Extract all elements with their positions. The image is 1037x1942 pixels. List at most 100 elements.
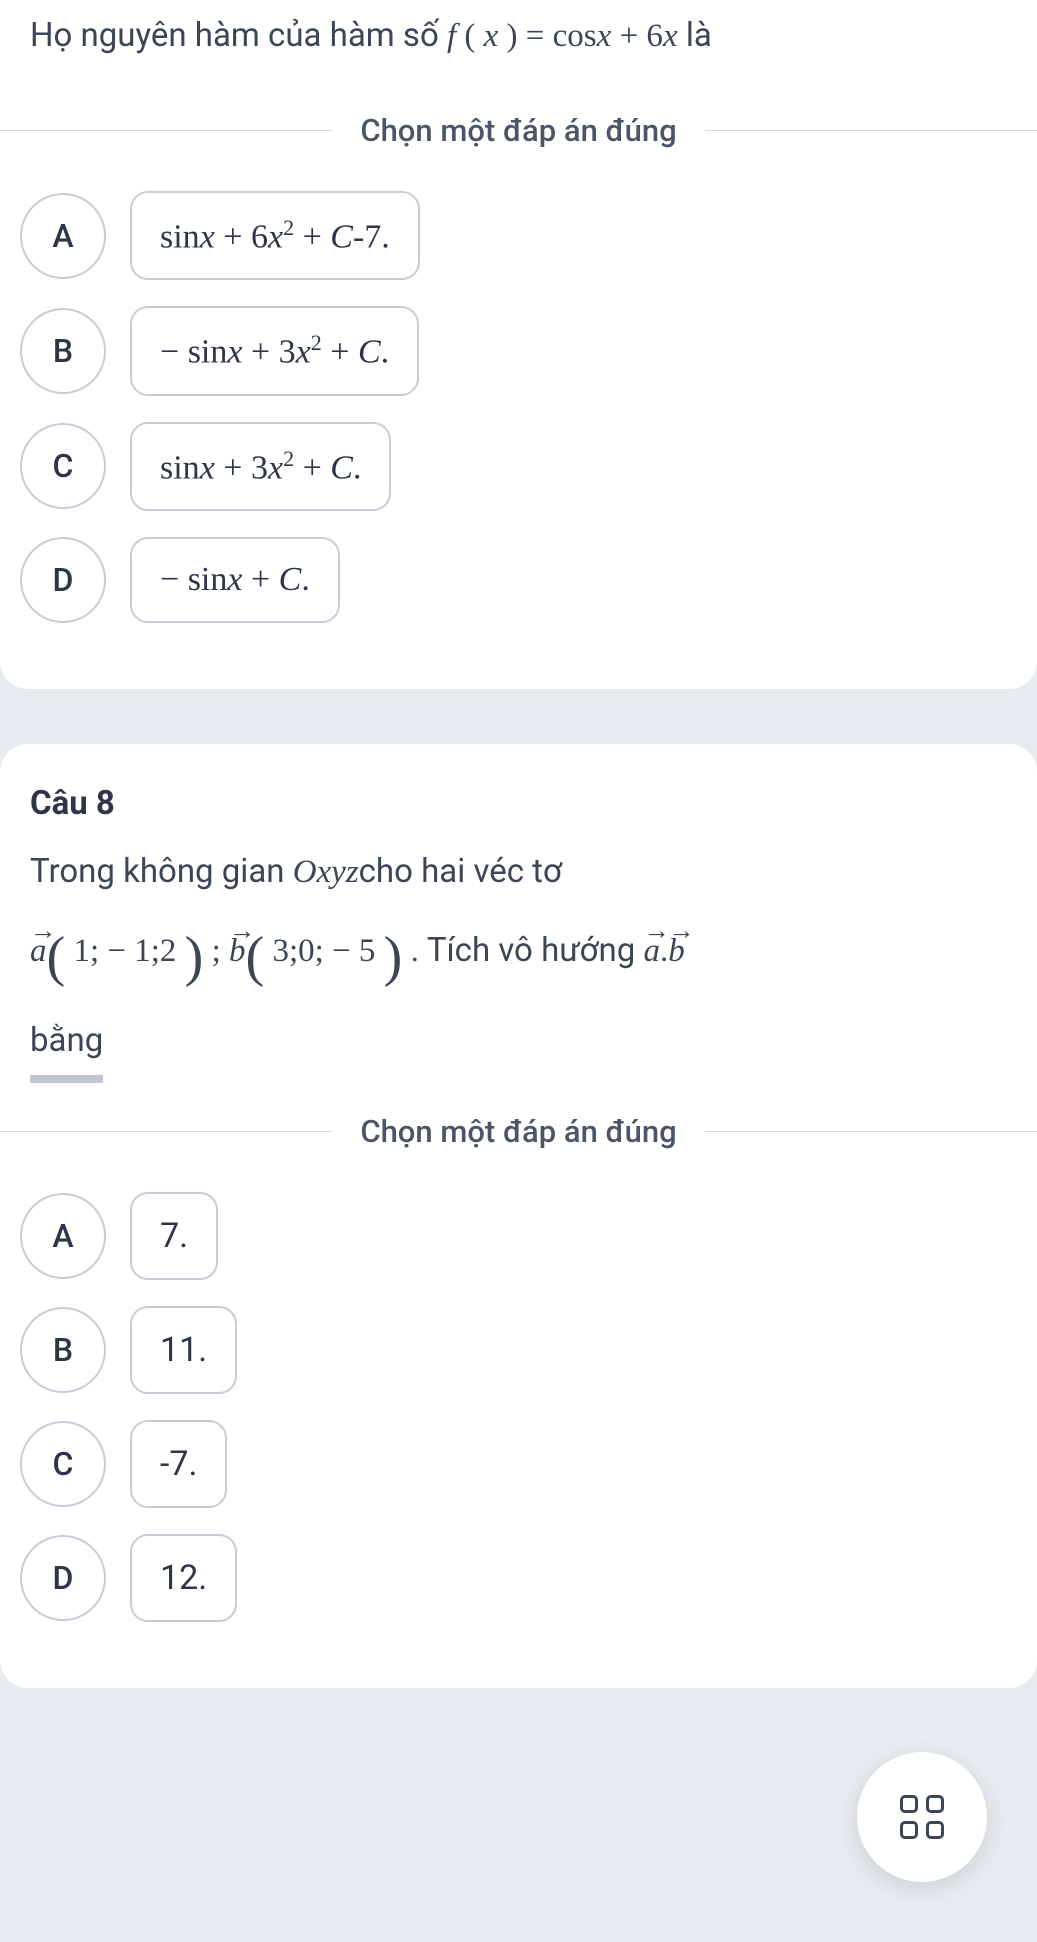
b-tail: . — [381, 334, 390, 371]
q8-choose-label: Chọn một đáp án đúng — [332, 1113, 704, 1150]
b-plus3: + 3 — [242, 334, 295, 371]
b-sq: 2 — [311, 330, 322, 355]
a-coords: 1; − 1;2 — [65, 933, 184, 969]
q7-prompt-suffix: là — [686, 16, 712, 55]
d-C: C — [279, 561, 302, 598]
option-letter-b: B — [20, 308, 106, 394]
cos-text: cos — [553, 18, 597, 54]
open-paren: ( — [464, 18, 483, 54]
divider-line-right — [705, 130, 1037, 131]
q7-option-b[interactable]: B − sinx + 3x2 + C. — [20, 306, 1017, 395]
close-paren: ) — [384, 926, 403, 988]
semicolon: ; — [212, 933, 229, 969]
c-sin: sin — [160, 449, 200, 486]
option-letter-a: A — [20, 193, 106, 279]
c-plus3: + 3 — [215, 449, 268, 486]
c-C: C — [330, 449, 353, 486]
c-sq: 2 — [283, 446, 294, 471]
q8-option-c[interactable]: C -7. — [20, 1420, 1017, 1508]
d-neg: − — [160, 561, 188, 598]
plus-6: + 6 — [620, 18, 663, 54]
divider-line-left — [0, 1131, 332, 1132]
option-letter-a: A — [20, 1193, 106, 1279]
c-x: x — [200, 449, 215, 486]
b-coords: 3;0; − 5 — [264, 933, 383, 969]
option-letter-b: B — [20, 1307, 106, 1393]
option-box-d: 12. — [130, 1534, 237, 1622]
question-7-prompt: Họ nguyên hàm của hàm số f ( x ) = cosx … — [0, 0, 1037, 82]
q8-option-a[interactable]: A 7. — [20, 1192, 1017, 1280]
c-plusC: + — [294, 449, 330, 486]
six-x: x — [663, 18, 678, 54]
q8-bang: bằng — [30, 1010, 103, 1083]
option-box-b: − sinx + 3x2 + C. — [130, 306, 419, 395]
c-tail: . — [353, 449, 362, 486]
q7-divider: Chọn một đáp án đúng — [0, 112, 1037, 149]
option-letter-d: D — [20, 1535, 106, 1621]
close-paren: ) — [498, 18, 517, 54]
d-sin: sin — [188, 561, 228, 598]
vector-a: →a — [643, 920, 660, 983]
vector-b: →b — [229, 920, 246, 983]
b-x: x — [227, 334, 242, 371]
cos-x: x — [597, 18, 612, 54]
q8-line1-suffix: cho hai véc tơ — [359, 852, 562, 891]
dot-prefix: . Tích vô hướng — [411, 931, 644, 970]
q8-options: A 7. B 11. C -7. D 12. — [0, 1192, 1037, 1622]
question-8-prompt: Trong không gian Oxyzcho hai véc tơ →a( … — [0, 841, 1037, 1083]
grid-icon — [900, 1795, 944, 1839]
close-paren: ) — [185, 926, 204, 988]
fn-f: f — [447, 18, 456, 54]
question-7-card: Họ nguyên hàm của hàm số f ( x ) = cosx … — [0, 0, 1037, 689]
vector-b: →b — [668, 920, 685, 983]
oxyz: Oxyz — [293, 854, 359, 890]
d-plusC: + — [242, 561, 278, 598]
d-x: x — [227, 561, 242, 598]
b-sin: sin — [188, 334, 228, 371]
option-box-a: sinx + 6x2 + C-7. — [130, 191, 420, 280]
q8-option-d[interactable]: D 12. — [20, 1534, 1017, 1622]
option-letter-c: C — [20, 1421, 106, 1507]
grid-menu-button[interactable] — [857, 1752, 987, 1882]
c-x2: x — [268, 449, 283, 486]
option-box-c: -7. — [130, 1420, 227, 1508]
option-letter-d: D — [20, 537, 106, 623]
question-8-label: Câu 8 — [0, 784, 1037, 841]
a-tail: -7. — [353, 218, 390, 255]
q7-option-d[interactable]: D − sinx + C. — [20, 537, 1017, 623]
option-box-d: − sinx + C. — [130, 537, 340, 623]
option-box-a: 7. — [130, 1192, 218, 1280]
b-plusC: + — [322, 334, 358, 371]
a-x2: x — [268, 218, 283, 255]
q7-fn-expr: f ( x ) = cosx + 6x — [447, 18, 686, 54]
arrow-icon: → — [30, 905, 47, 955]
q7-option-c[interactable]: C sinx + 3x2 + C. — [20, 422, 1017, 511]
a-plusC: + — [294, 218, 330, 255]
q8-option-b[interactable]: B 11. — [20, 1306, 1017, 1394]
b-neg: − — [160, 334, 188, 371]
q7-choose-label: Chọn một đáp án đúng — [332, 112, 704, 149]
option-box-c: sinx + 3x2 + C. — [130, 422, 391, 511]
q8-divider: Chọn một đáp án đúng — [0, 1113, 1037, 1150]
b-C: C — [358, 334, 381, 371]
fn-x: x — [484, 18, 499, 54]
vector-a: →a — [30, 920, 47, 983]
a-sin: sin — [160, 218, 200, 255]
q7-prompt-prefix: Họ nguyên hàm của hàm số — [30, 16, 447, 55]
q8-prefix: Trong không gian — [30, 852, 293, 891]
equals-sign: = — [526, 18, 553, 54]
d-tail: . — [301, 561, 310, 598]
option-box-b: 11. — [130, 1306, 237, 1394]
b-x2: x — [296, 334, 311, 371]
option-letter-c: C — [20, 423, 106, 509]
question-8-card: Câu 8 Trong không gian Oxyzcho hai véc t… — [0, 744, 1037, 1688]
divider-line-right — [705, 1131, 1037, 1132]
a-sq: 2 — [283, 215, 294, 240]
divider-line-left — [0, 130, 332, 131]
q7-option-a[interactable]: A sinx + 6x2 + C-7. — [20, 191, 1017, 280]
arrow-icon: → — [229, 905, 246, 955]
a-plus6: + 6 — [215, 218, 268, 255]
arrow-icon: → — [668, 905, 685, 955]
q7-options: A sinx + 6x2 + C-7. B − sinx + 3x2 + C. … — [0, 191, 1037, 623]
a-C: C — [330, 218, 353, 255]
